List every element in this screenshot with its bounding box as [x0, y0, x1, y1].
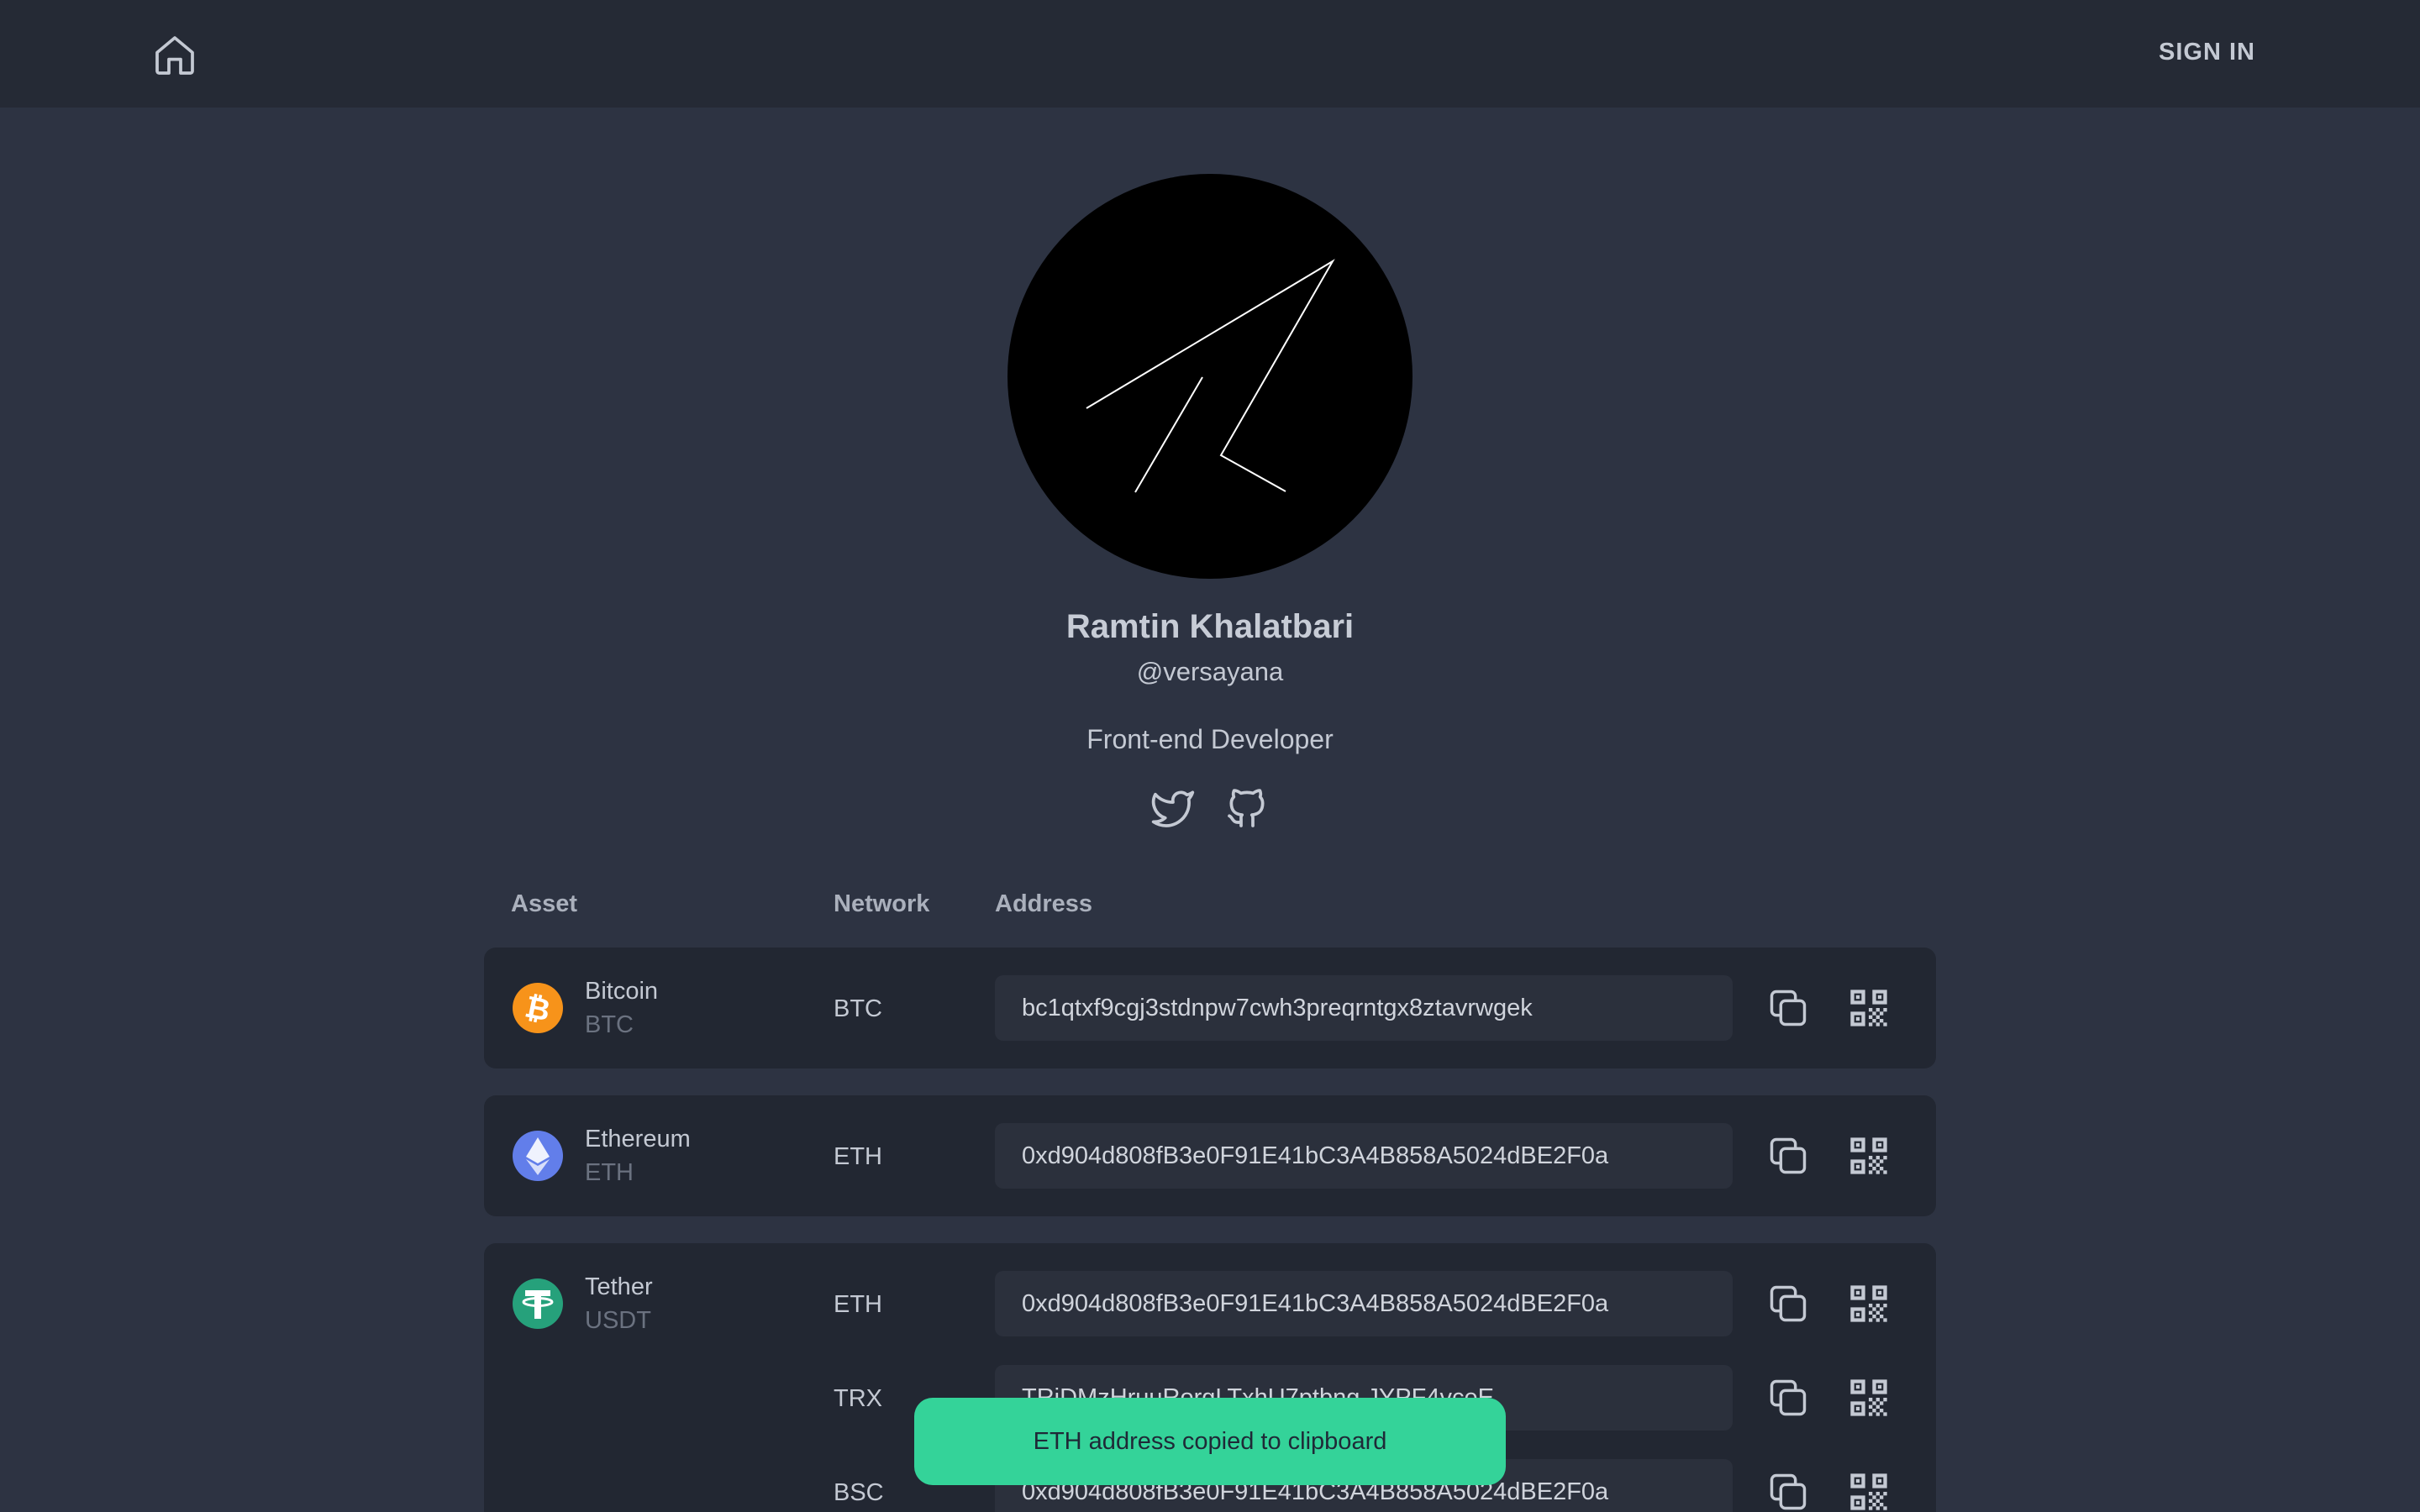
asset-symbol: BTC — [585, 1011, 634, 1038]
asset-name: Bitcoin — [585, 978, 659, 1005]
qr-code-icon[interactable] — [1847, 1134, 1891, 1178]
copy-icon[interactable] — [1766, 986, 1810, 1030]
asset-symbol: USDT — [585, 1307, 651, 1334]
asset-symbol: ETH — [585, 1159, 634, 1186]
address-column-header: Address — [995, 890, 1093, 917]
copy-icon[interactable] — [1766, 1470, 1810, 1512]
qr-code-icon[interactable] — [1847, 1282, 1891, 1326]
profile-name: Ramtin Khalatbari — [1065, 608, 1355, 645]
asset-name: Tether — [585, 1273, 653, 1300]
network-label: BSC — [834, 1479, 884, 1506]
sign-in-button[interactable]: SIGN IN — [2159, 39, 2255, 66]
github-icon[interactable] — [1223, 785, 1270, 832]
asset-row-bitcoin: ₿ Bitcoin BTC BTC bc1qtxf9cgj3stdnpw7cwh… — [484, 948, 1936, 1068]
network-column-header: Network — [834, 890, 930, 917]
address-field[interactable]: 0xd904d808fB3e0F91E41bC3A4B858A5024dBE2F… — [995, 1123, 1733, 1189]
home-icon[interactable] — [151, 32, 198, 79]
copy-icon[interactable] — [1766, 1134, 1810, 1178]
qr-code-icon[interactable] — [1847, 1470, 1891, 1512]
ethereum-icon — [513, 1131, 563, 1181]
profile-handle: @versayana — [1136, 657, 1284, 686]
address-field[interactable]: bc1qtxf9cgj3stdnpw7cwh3preqrntgx8ztavrwg… — [995, 975, 1733, 1041]
network-label: ETH — [834, 1143, 882, 1170]
network-label: ETH — [834, 1291, 882, 1318]
avatar — [1007, 174, 1413, 579]
network-label: BTC — [834, 995, 882, 1022]
network-label: TRX — [834, 1385, 882, 1412]
twitter-icon[interactable] — [1150, 785, 1197, 832]
profile-bio: Front-end Developer — [1086, 724, 1334, 754]
asset-row-ethereum: Ethereum ETH ETH 0xd904d808fB3e0F91E41bC… — [484, 1095, 1936, 1216]
tether-icon — [513, 1278, 563, 1329]
top-navigation-bar: SIGN IN — [0, 0, 2420, 108]
asset-column-header: Asset — [511, 890, 577, 917]
address-field[interactable]: 0xd904d808fB3e0F91E41bC3A4B858A5024dBE2F… — [995, 1271, 1733, 1336]
bitcoin-icon: ₿ — [513, 983, 563, 1033]
copy-icon[interactable] — [1766, 1376, 1810, 1420]
toast-notification: ETH address copied to clipboard — [914, 1398, 1506, 1485]
copy-icon[interactable] — [1766, 1282, 1810, 1326]
qr-code-icon[interactable] — [1847, 986, 1891, 1030]
avatar-logo — [1086, 259, 1335, 493]
svg-text:₿: ₿ — [522, 990, 553, 1028]
qr-code-icon[interactable] — [1847, 1376, 1891, 1420]
asset-name: Ethereum — [585, 1126, 691, 1152]
